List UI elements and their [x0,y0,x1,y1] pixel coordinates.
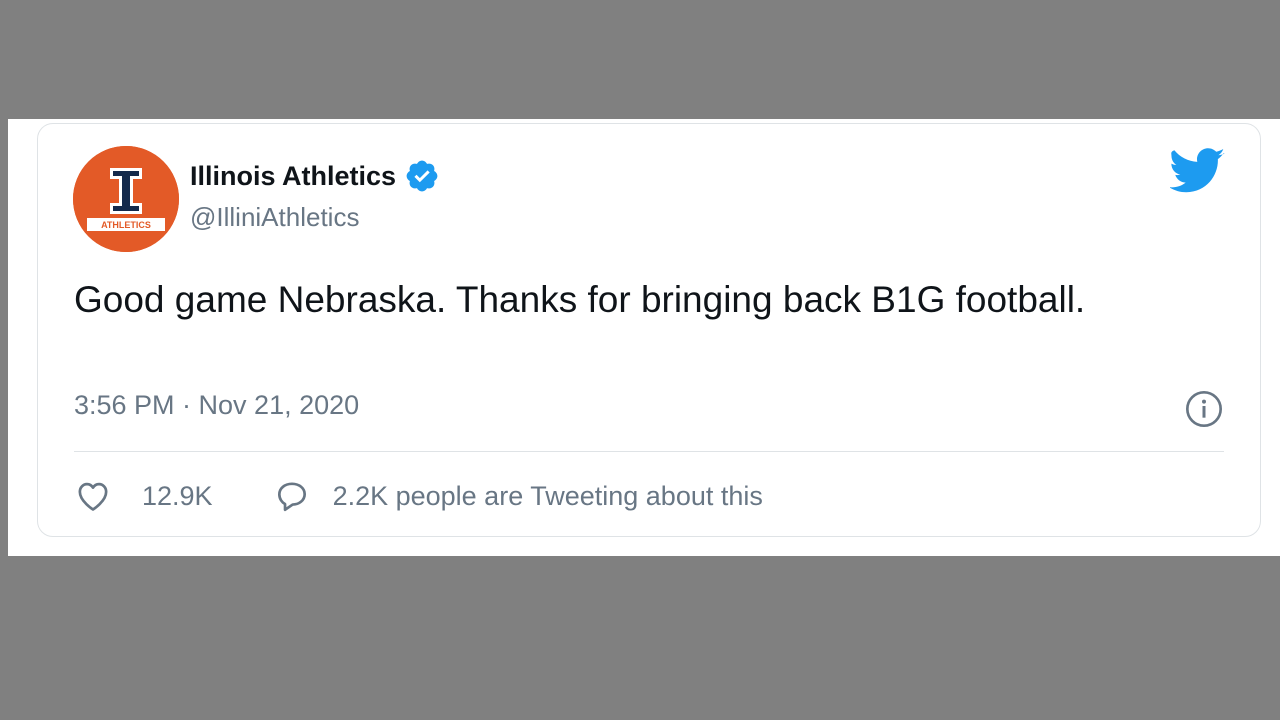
verified-badge-icon [406,160,438,192]
tweet-card[interactable]: ATHLETICS Illinois Athletics @IlliniAthl… [37,123,1261,537]
author-handle[interactable]: @IlliniAthletics [190,202,359,233]
tweet-timestamp[interactable]: 3:56 PM · Nov 21, 2020 [74,390,359,421]
avatar-logo-text: ATHLETICS [101,220,151,230]
display-name[interactable]: Illinois Athletics [190,161,396,192]
speech-bubble-icon [277,482,306,512]
divider [74,451,1224,452]
twitter-bird-icon[interactable] [1170,148,1226,194]
conversation-link[interactable]: 2.2K people are Tweeting about this [273,477,763,515]
like-count: 12.9K [142,480,213,511]
illinois-logo: ATHLETICS [73,146,179,252]
like-button[interactable]: 12.9K [74,477,213,515]
tweet-text: Good game Nebraska. Thanks for bringing … [74,279,1086,320]
avatar[interactable]: ATHLETICS [73,146,179,252]
tweet-actions: 12.9K 2.2K people are Tweeting about thi… [74,476,763,516]
conversation-text: 2.2K people are Tweeting about this [332,480,763,511]
heart-icon [78,482,108,511]
author-row: Illinois Athletics [190,158,440,194]
info-icon[interactable] [1184,389,1224,429]
